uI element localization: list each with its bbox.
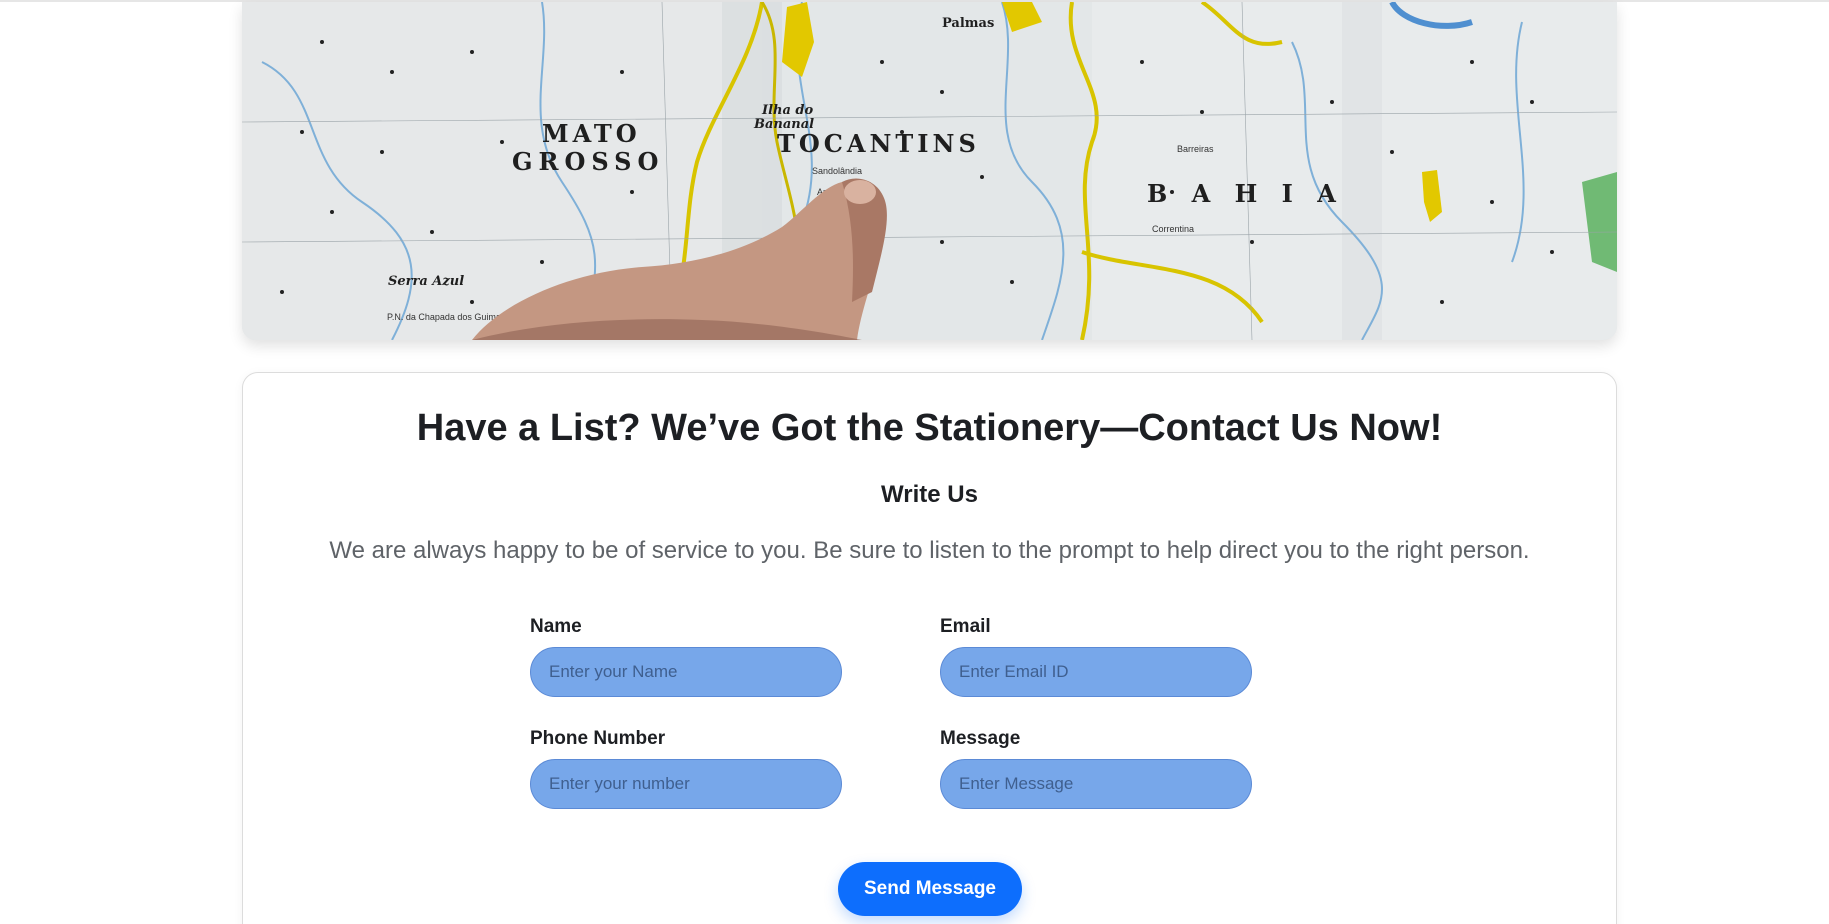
map-label-sandolandia: Sandolândia	[812, 166, 862, 176]
phone-field-group: Phone Number	[530, 728, 844, 809]
page: MATO GROSSO TOCANTINS B A H I A Ilha do …	[0, 0, 1829, 924]
name-input[interactable]	[530, 647, 842, 697]
map-illustration: MATO GROSSO TOCANTINS B A H I A Ilha do …	[242, 2, 1617, 340]
name-label: Name	[530, 616, 582, 637]
message-input[interactable]	[940, 759, 1252, 809]
map-banner-image: MATO GROSSO TOCANTINS B A H I A Ilha do …	[242, 2, 1617, 340]
name-field-group: Name	[530, 616, 844, 697]
map-label-ilha-do: Ilha do	[761, 103, 814, 118]
send-message-button[interactable]: Send Message	[838, 862, 1022, 916]
email-input[interactable]	[940, 647, 1252, 697]
map-label-barreiras: Barreiras	[1177, 144, 1214, 154]
map-label-serra-azul: Serra Azul	[388, 274, 464, 289]
contact-subtitle: Write Us	[881, 481, 978, 508]
map-label-bahia: B A H I A	[1147, 179, 1344, 208]
email-field-group: Email	[940, 616, 1254, 697]
map-label-palmas: Palmas	[942, 16, 994, 31]
message-label: Message	[940, 728, 1021, 749]
contact-description: We are always happy to be of service to …	[329, 537, 1530, 564]
map-label-correntina: Correntina	[1152, 224, 1194, 234]
map-label-tocantins: TOCANTINS	[777, 129, 980, 158]
phone-label: Phone Number	[530, 728, 666, 749]
contact-title: Have a List? We’ve Got the Stationery—Co…	[416, 407, 1443, 449]
map-label-bananal: Bananal	[753, 117, 814, 132]
map-label-grosso: GROSSO	[512, 147, 664, 176]
email-label: Email	[940, 616, 991, 637]
map-label-mato: MATO	[542, 119, 641, 148]
contact-card: Have a List? We’ve Got the Stationery—Co…	[242, 372, 1617, 924]
phone-input[interactable]	[530, 759, 842, 809]
message-field-group: Message	[940, 728, 1254, 809]
